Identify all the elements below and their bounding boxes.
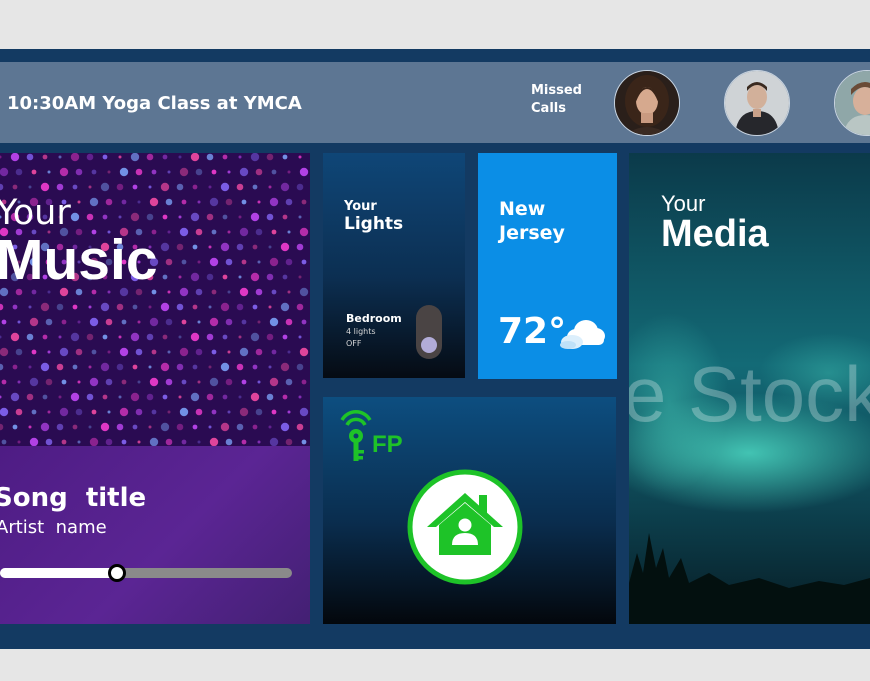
weather-temperature: 72° <box>498 311 567 352</box>
room-name: Bedroom <box>346 312 402 325</box>
event-reminder[interactable]: 10:30AM Yoga Class at YMCA <box>7 93 302 114</box>
missed-call-avatar-3[interactable] <box>834 70 870 136</box>
light-state: OFF <box>346 339 362 348</box>
music-tile[interactable]: Your Music Song title Artist name <box>0 153 310 624</box>
weather-city: New Jersey <box>499 198 565 244</box>
toggle-knob <box>421 337 437 353</box>
woman-avatar-image <box>615 71 679 135</box>
progress-knob[interactable] <box>107 564 126 582</box>
key-wifi-icon: FP <box>340 410 403 461</box>
progress-track[interactable] <box>0 564 292 582</box>
artist-name: Artist name <box>0 517 107 538</box>
weather-tile[interactable]: New Jersey 72° <box>478 153 617 379</box>
home-button[interactable] <box>407 469 523 585</box>
person-avatar-image <box>835 71 870 135</box>
man-avatar-image <box>725 71 789 135</box>
top-bar: 10:30AM Yoga Class at YMCA Missed Calls <box>0 62 870 143</box>
stock-watermark: e Stock <box>629 350 870 438</box>
missed-call-avatar-2[interactable] <box>724 70 790 136</box>
home-security-tile[interactable]: FP <box>323 397 616 624</box>
bedroom-light-toggle[interactable] <box>416 305 442 359</box>
missed-call-avatar-1[interactable] <box>614 70 680 136</box>
lights-tile[interactable]: Your Lights Bedroom 4 lights OFF <box>323 153 465 378</box>
media-tile[interactable]: Your Media e Stock <box>629 153 870 624</box>
partly-cloudy-icon <box>560 320 605 349</box>
lights-your-label: Your <box>344 199 377 214</box>
media-title: Media <box>661 213 769 255</box>
music-title: Music <box>0 228 158 292</box>
light-count: 4 lights <box>346 327 376 336</box>
song-title: Song title <box>0 483 147 513</box>
fp-logo-text: FP <box>372 431 403 458</box>
progress-fill <box>0 568 117 578</box>
missed-calls-label: Missed Calls <box>531 83 582 116</box>
lights-title: Lights <box>344 214 404 234</box>
dashboard-frame: 10:30AM Yoga Class at YMCA Missed Calls <box>0 49 870 649</box>
